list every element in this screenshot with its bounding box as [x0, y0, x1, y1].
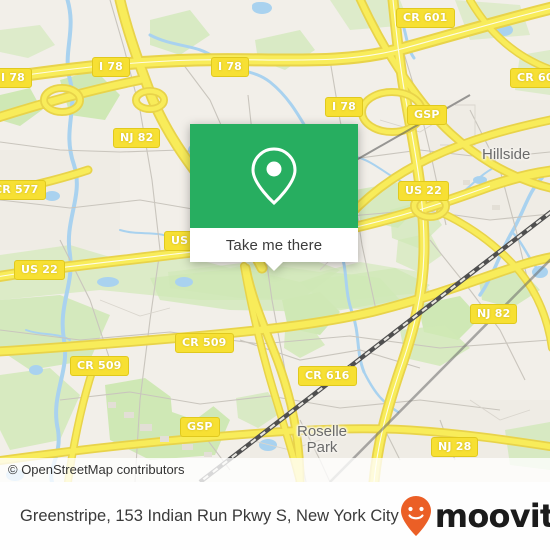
map-pin-icon [251, 147, 297, 206]
moovit-wordmark: moovit [434, 497, 550, 535]
road-shield: CR 601 [396, 8, 455, 28]
popup-header [190, 124, 358, 228]
location-title: Greenstripe, 153 Indian Run Pkwy S, New … [20, 506, 399, 525]
road-shield: I 78 [325, 97, 364, 117]
road-shield: CR 616 [298, 366, 357, 386]
road-shield: CR 601 [510, 68, 550, 88]
road-shield: GSP [407, 105, 447, 125]
road-shield: I 78 [211, 57, 250, 77]
road-shield: CR 509 [70, 356, 129, 376]
place-label-roselle-park: Roselle Park [297, 424, 347, 456]
take-me-there-button[interactable]: Take me there [226, 237, 322, 254]
road-shield: I 78 [0, 68, 33, 88]
road-shield: NJ 82 [113, 128, 161, 148]
place-label-line: Roselle [297, 423, 348, 440]
place-label-line: Park [306, 438, 338, 456]
road-shield: US 22 [14, 260, 65, 280]
moovit-logo[interactable]: moovit [399, 495, 550, 537]
road-shield: GSP [180, 417, 220, 437]
road-shield: US 22 [398, 181, 449, 201]
location-popup-card[interactable]: Take me there [190, 124, 358, 271]
place-label-hillside: Hillside [482, 146, 531, 163]
footer-bar: Greenstripe, 153 Indian Run Pkwy S, New … [0, 482, 550, 550]
popup-action-bar[interactable]: Take me there [190, 228, 358, 271]
map-screenshot: CR 601 I 78 I 78 I 78 CR 601 I 78 GSP NJ… [0, 0, 550, 550]
popup-tail [265, 262, 283, 271]
moovit-pin-smiley-icon [400, 496, 431, 536]
road-shield: I 78 [92, 57, 131, 77]
road-shield: NJ 28 [431, 437, 479, 457]
road-shield: NJ 82 [470, 304, 518, 324]
road-shield: CR 509 [175, 333, 234, 353]
osm-attribution[interactable]: © OpenStreetMap contributors [0, 458, 550, 482]
road-shield: CR 577 [0, 180, 46, 200]
